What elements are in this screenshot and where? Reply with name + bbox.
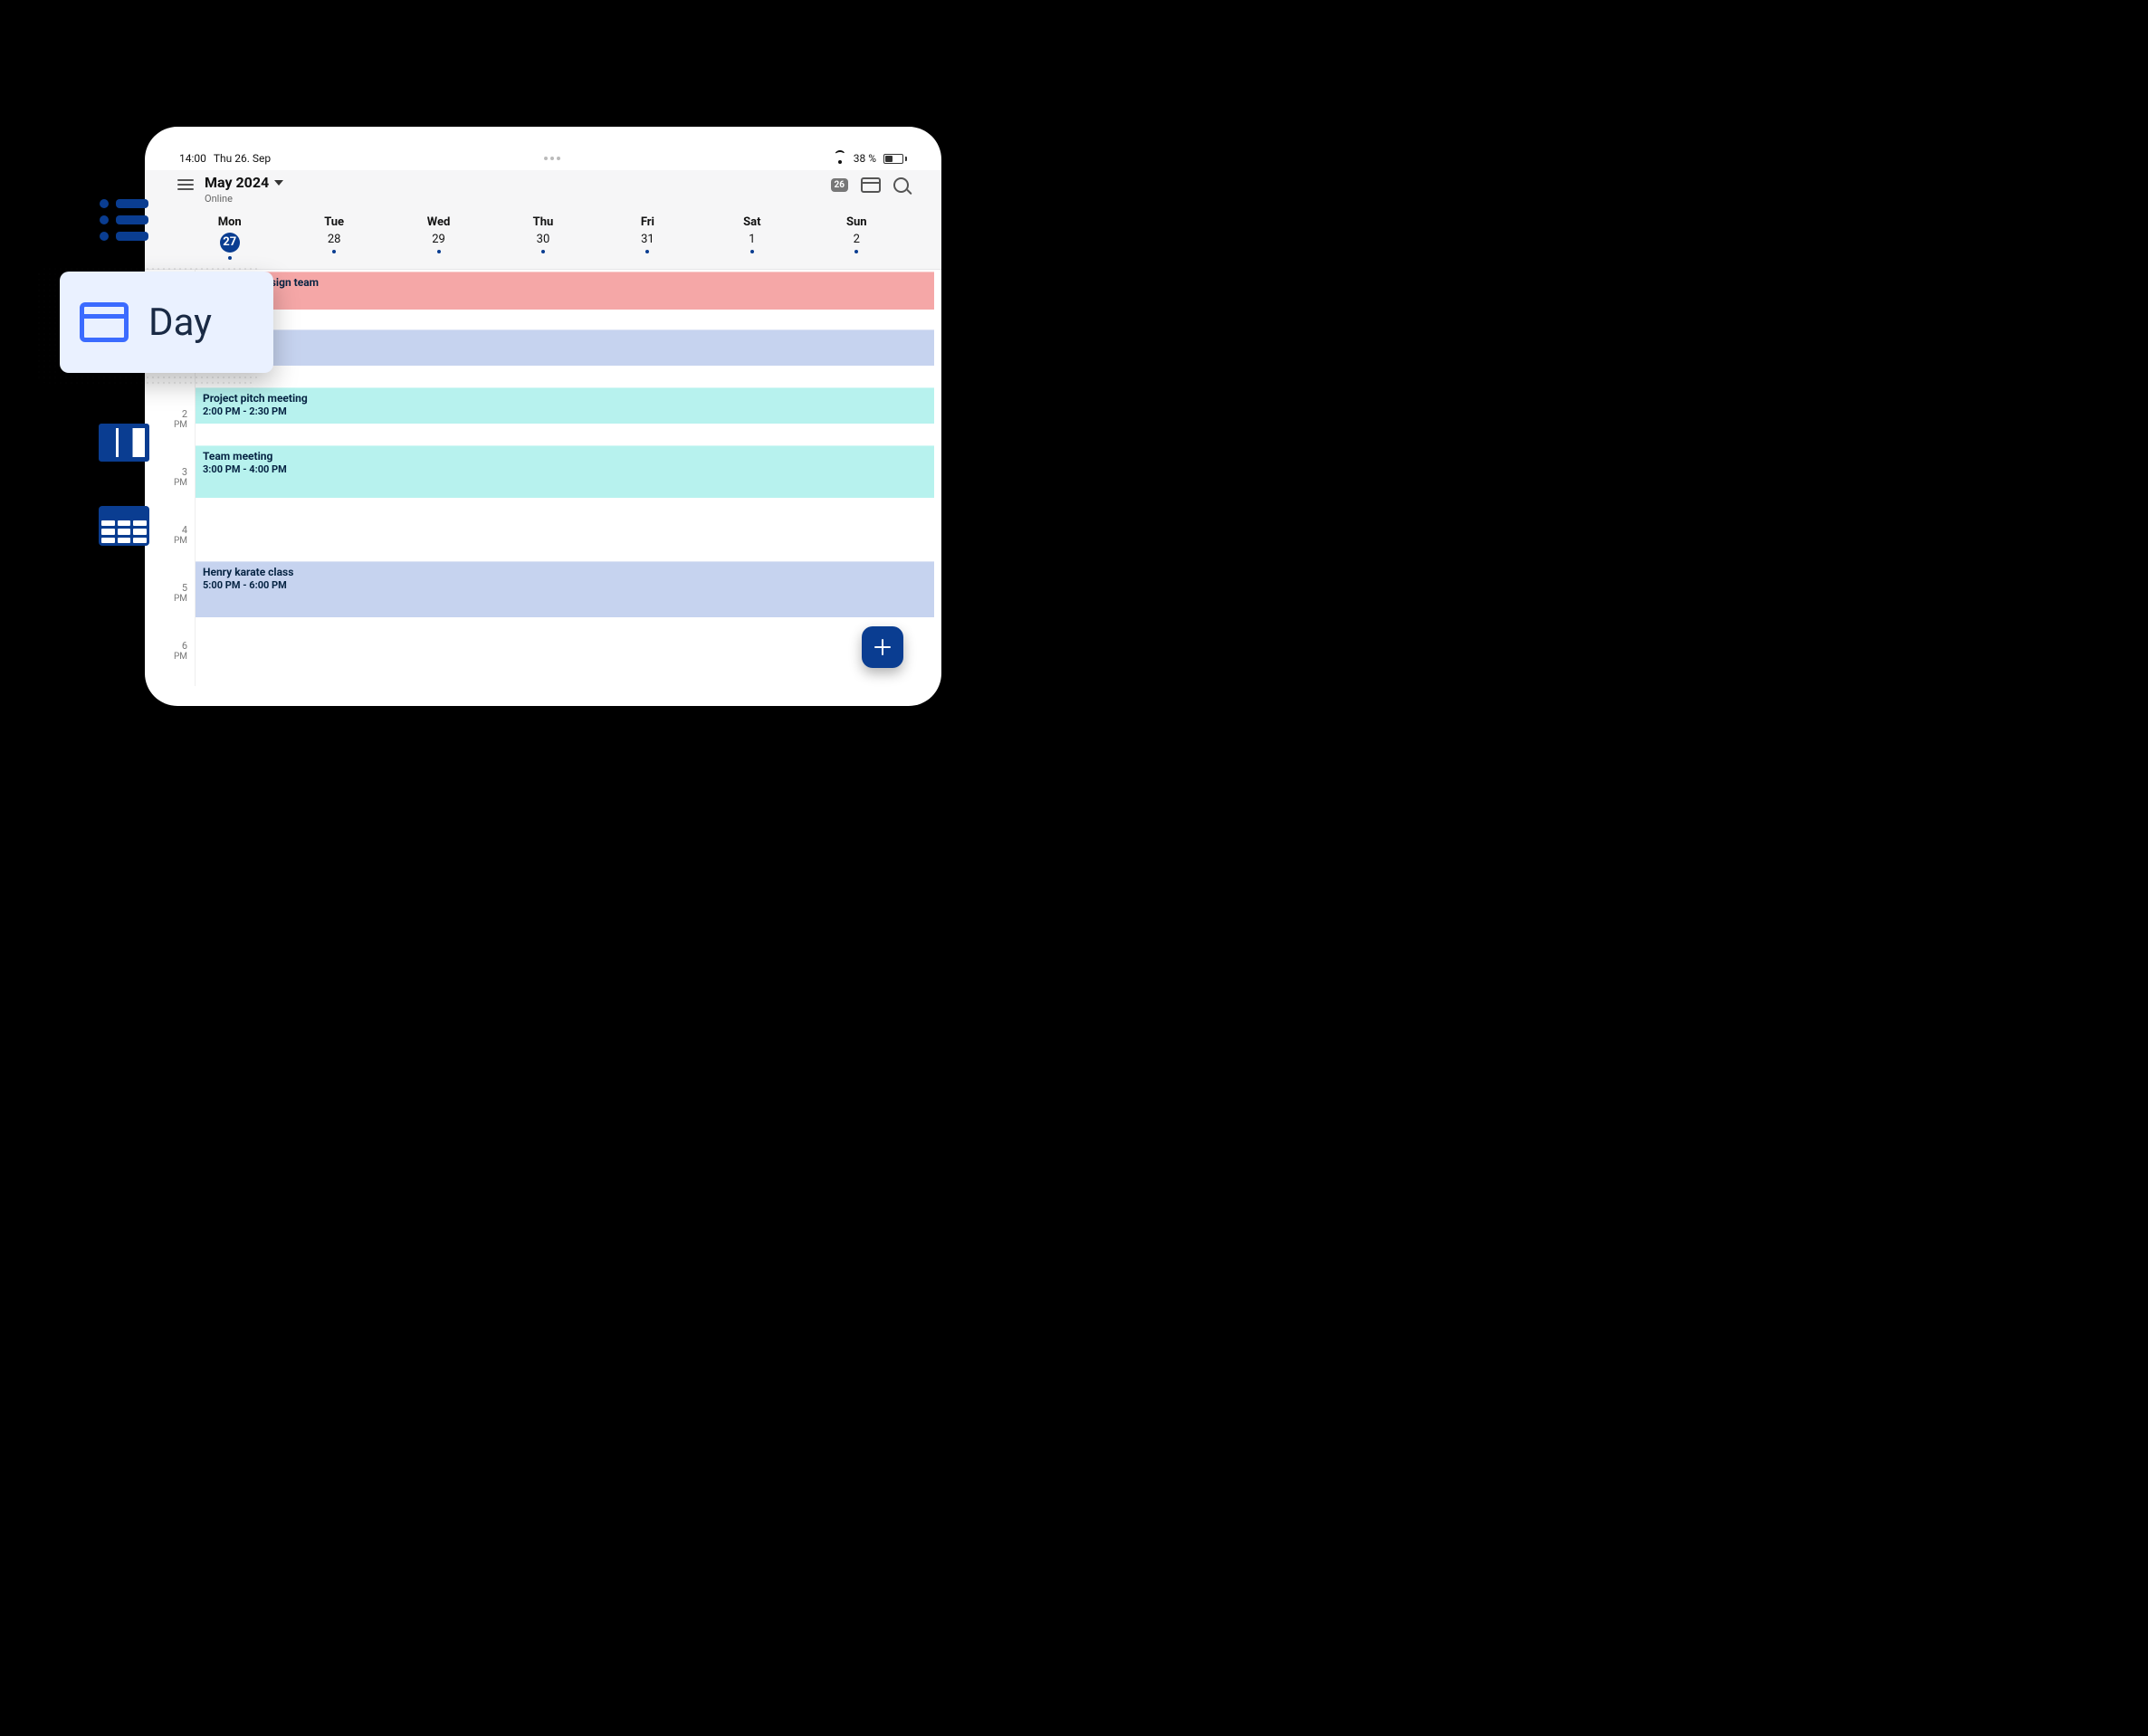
event-title: Henry karate class xyxy=(203,566,927,578)
month-picker[interactable]: May 2024 xyxy=(205,174,283,191)
event-indicator-dot xyxy=(750,250,754,253)
day-of-week: Sat xyxy=(700,215,804,229)
chevron-down-icon xyxy=(274,180,283,186)
calendar-event[interactable]: Lunch with design team12:45 PM xyxy=(196,272,934,310)
day-of-week: Tue xyxy=(282,215,386,229)
agenda-view-icon[interactable] xyxy=(98,199,150,241)
event-title: Team meeting xyxy=(203,450,927,463)
event-title: Project pitch meeting xyxy=(203,392,927,405)
day-column[interactable]: Thu 30 xyxy=(491,215,595,260)
day-of-week: Sun xyxy=(805,215,909,229)
event-title: Lunch with design team xyxy=(203,276,927,289)
day-column[interactable]: Fri 31 xyxy=(596,215,700,260)
month-view-icon[interactable] xyxy=(98,505,150,547)
day-number: 29 xyxy=(387,233,491,246)
three-day-view-icon[interactable] xyxy=(98,422,150,463)
day-column[interactable]: Wed 29 xyxy=(387,215,491,260)
hour-label: 6PM xyxy=(151,641,187,663)
battery-icon xyxy=(883,154,907,164)
event-time: 12:45 PM xyxy=(203,290,927,301)
day-of-week: Fri xyxy=(596,215,700,229)
view-toggle-icon[interactable] xyxy=(861,177,881,193)
menu-icon[interactable] xyxy=(177,174,194,190)
day-column[interactable]: Sat 1 xyxy=(700,215,804,260)
event-indicator-dot xyxy=(332,250,336,253)
event-time: 2:00 PM - 2:30 PM xyxy=(203,405,927,417)
add-event-button[interactable] xyxy=(862,626,903,668)
event-indicator-dot xyxy=(645,250,649,253)
search-icon[interactable] xyxy=(893,177,909,193)
battery-percent: 38 % xyxy=(854,152,876,165)
status-bar: 14:00 Thu 26. Sep 38 % xyxy=(177,152,909,170)
calendar-event[interactable]: Henry karate class5:00 PM - 6:00 PM xyxy=(196,561,934,617)
day-number: 30 xyxy=(491,233,595,246)
event-indicator-dot xyxy=(541,250,545,253)
event-time: :30 PM xyxy=(203,348,927,359)
day-number: 2 xyxy=(805,233,909,246)
day-number: 28 xyxy=(282,233,386,246)
day-of-week: Wed xyxy=(387,215,491,229)
day-column[interactable]: Sun 2 xyxy=(805,215,909,260)
event-title: nry xyxy=(203,334,927,347)
day-column[interactable]: Tue 28 xyxy=(282,215,386,260)
event-time: 3:00 PM - 4:00 PM xyxy=(203,463,927,475)
day-of-week: Thu xyxy=(491,215,595,229)
multitask-dots[interactable] xyxy=(544,157,560,160)
wifi-icon xyxy=(834,152,846,165)
event-time: 5:00 PM - 6:00 PM xyxy=(203,579,927,591)
calendar-event[interactable]: nry:30 PM xyxy=(196,329,934,366)
day-view-icon xyxy=(80,302,129,342)
calendar-event[interactable]: Project pitch meeting2:00 PM - 2:30 PM xyxy=(196,387,934,424)
day-number: 1 xyxy=(700,233,804,246)
status-time: 14:00 xyxy=(179,152,206,165)
day-view-card[interactable]: Day xyxy=(60,272,273,373)
status-date: Thu 26. Sep xyxy=(214,152,271,165)
today-badge[interactable]: 26 xyxy=(831,178,848,192)
event-indicator-dot xyxy=(437,250,441,253)
day-view-label: Day xyxy=(148,300,212,345)
hour-label: 5PM xyxy=(151,583,187,605)
event-indicator-dot xyxy=(854,250,858,253)
calendar-event[interactable]: Team meeting3:00 PM - 4:00 PM xyxy=(196,445,934,498)
month-title: May 2024 xyxy=(205,174,269,191)
day-number: 31 xyxy=(596,233,700,246)
